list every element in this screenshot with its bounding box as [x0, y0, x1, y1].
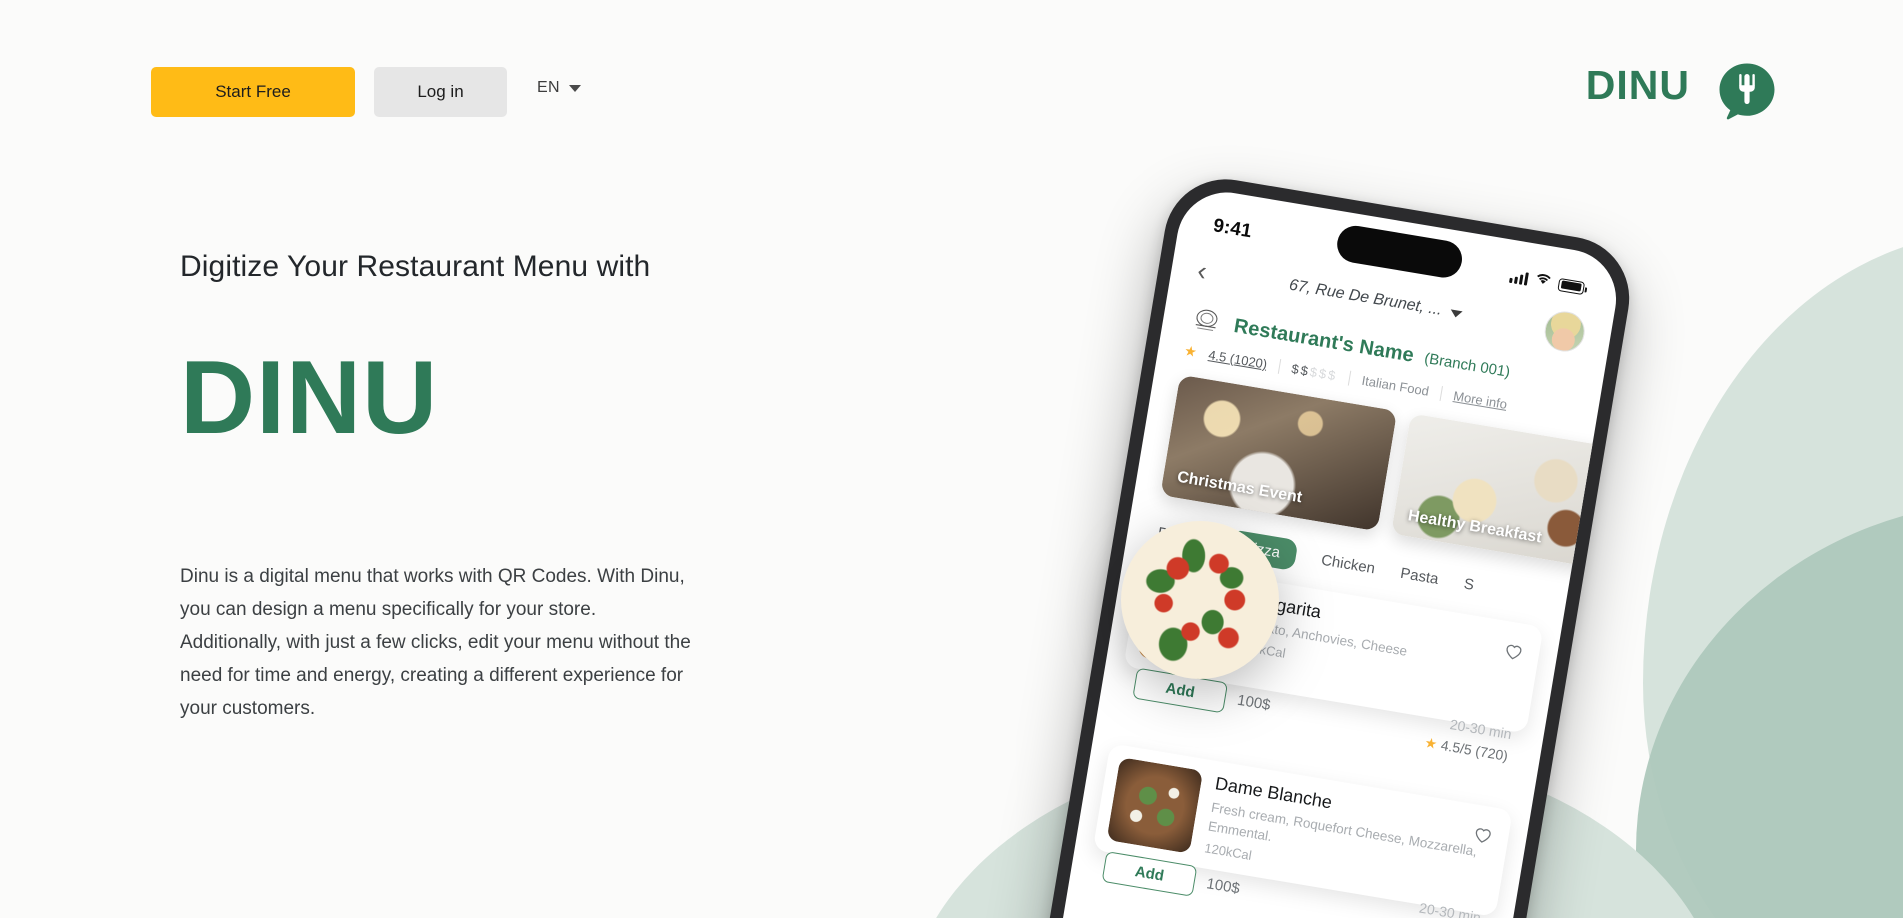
chevron-down-icon	[1450, 308, 1464, 318]
category-tab-pasta[interactable]: Pasta	[1399, 565, 1440, 588]
favorite-heart-icon[interactable]	[1503, 641, 1525, 663]
divider	[1347, 370, 1352, 386]
hero-kicker: Digitize Your Restaurant Menu with	[180, 250, 651, 283]
star-icon: ★	[1183, 342, 1199, 360]
category-tab-more[interactable]: S	[1463, 575, 1476, 593]
dinu-logo-icon	[1718, 62, 1776, 120]
login-button[interactable]: Log in	[374, 67, 507, 117]
category-tab-chicken[interactable]: Chicken	[1320, 552, 1376, 578]
star-icon: ★	[1423, 734, 1439, 753]
restaurant-logo-icon	[1187, 303, 1226, 339]
avatar[interactable]	[1541, 308, 1588, 355]
chevron-down-icon	[568, 84, 581, 92]
menu-item-thumbnail	[1106, 757, 1204, 854]
menu-item-price: 100$	[1205, 875, 1241, 898]
battery-icon	[1557, 277, 1586, 295]
divider	[1439, 386, 1443, 401]
top-navigation-bar: Start Free Log in EN DINU	[0, 0, 1903, 150]
wifi-icon	[1533, 271, 1553, 292]
start-free-button[interactable]: Start Free	[151, 67, 355, 117]
page-title: DINU	[180, 340, 439, 456]
favorite-heart-icon[interactable]	[1472, 825, 1494, 847]
divider	[1277, 358, 1282, 374]
restaurant-branch: (Branch 001)	[1423, 349, 1512, 381]
language-selector[interactable]: EN	[537, 79, 581, 97]
status-time: 9:41	[1211, 215, 1254, 243]
status-indicators	[1509, 267, 1586, 297]
hero-section: Digitize Your Restaurant Menu with DINU …	[180, 250, 692, 725]
brand-wordmark: DINU	[1585, 62, 1690, 108]
hero-description: Dinu is a digital menu that works with Q…	[180, 566, 691, 719]
floating-pizza-image	[1121, 521, 1279, 679]
language-label: EN	[537, 79, 560, 96]
dynamic-island	[1334, 223, 1465, 281]
back-icon[interactable]: ‹	[1195, 255, 1209, 286]
cellular-signal-icon	[1509, 269, 1529, 286]
menu-item-price: 100$	[1235, 691, 1272, 714]
